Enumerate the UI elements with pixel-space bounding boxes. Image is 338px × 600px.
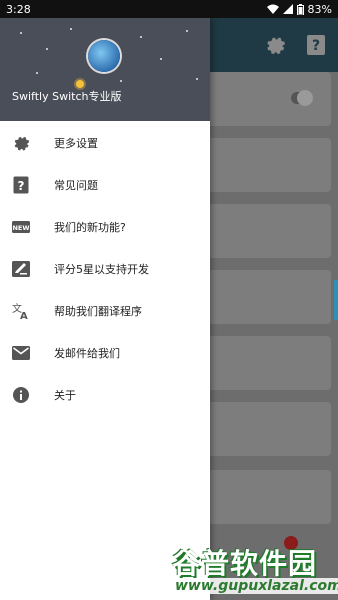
star (160, 58, 162, 60)
battery-icon (296, 3, 304, 15)
menu-item-label: 发邮件给我们 (54, 347, 120, 360)
star (20, 32, 22, 34)
svg-text:?: ? (312, 38, 320, 54)
edge-accent-bar (334, 280, 338, 320)
rate-pen-icon (12, 260, 30, 278)
gear-icon[interactable] (264, 34, 286, 56)
help-icon: ? (12, 176, 30, 194)
wifi-icon (266, 4, 279, 14)
menu-item-label: 帮助我们翻译程序 (54, 305, 142, 318)
menu-item-email-us[interactable]: 发邮件给我们 (0, 332, 210, 374)
menu-item-label: 更多设置 (54, 137, 98, 150)
menu-item-translate[interactable]: 文A 帮助我们翻译程序 (0, 290, 210, 332)
menu-item-label: 我们的新功能? (54, 221, 126, 234)
star (196, 78, 198, 80)
watermark-url: www.gupuxlazal.com (172, 578, 338, 594)
signal-icon (282, 4, 293, 14)
star (70, 28, 72, 30)
svg-text:?: ? (18, 179, 25, 193)
watermark-brand: 谷普软件园 (172, 547, 318, 580)
planet-logo-icon (88, 40, 120, 72)
menu-item-more-settings[interactable]: 更多设置 (0, 122, 210, 164)
status-bar: 3:28 83% (0, 0, 338, 18)
status-time: 3:28 (6, 2, 31, 16)
star (186, 30, 188, 32)
star (36, 72, 38, 74)
gear-icon (12, 134, 30, 152)
info-icon (12, 386, 30, 404)
background-card (200, 336, 331, 390)
navigation-drawer: Swiftly Switch专业版 更多设置 ? 常见问题 NEW 我们的新功能… (0, 18, 210, 600)
drawer-header: Swiftly Switch专业版 (0, 18, 210, 121)
new-badge-icon: NEW (12, 218, 30, 236)
star (140, 36, 142, 38)
menu-item-label: 评分5星以支持开发 (54, 263, 149, 276)
star (46, 48, 48, 50)
menu-item-rate[interactable]: 评分5星以支持开发 (0, 248, 210, 290)
help-icon[interactable]: ? (306, 34, 326, 56)
background-card (200, 204, 331, 258)
menu-item-label: 关于 (54, 389, 76, 402)
app-title: Swiftly Switch专业版 (12, 90, 122, 103)
status-icons: 83% (266, 2, 332, 16)
toggle-switch[interactable] (291, 90, 313, 106)
background-card (200, 72, 331, 126)
menu-item-about[interactable]: 关于 (0, 374, 210, 416)
mail-icon (12, 344, 30, 362)
svg-text:A: A (20, 311, 28, 320)
battery-percent: 83% (307, 2, 332, 16)
svg-text:NEW: NEW (12, 224, 29, 232)
drawer-menu: 更多设置 ? 常见问题 NEW 我们的新功能? 评分5星以支持开发 文A 帮助我… (0, 122, 210, 416)
menu-item-label: 常见问题 (54, 179, 98, 192)
menu-item-faq[interactable]: ? 常见问题 (0, 164, 210, 206)
menu-item-whats-new[interactable]: NEW 我们的新功能? (0, 206, 210, 248)
translate-icon: 文A (12, 302, 30, 320)
background-card (200, 470, 331, 524)
background-card (200, 270, 331, 324)
background-card (200, 402, 331, 456)
watermark: 谷普软件园 www.gupuxlazal.com (168, 540, 338, 600)
background-card (200, 138, 331, 192)
star (120, 80, 122, 82)
sun-icon (76, 80, 84, 88)
